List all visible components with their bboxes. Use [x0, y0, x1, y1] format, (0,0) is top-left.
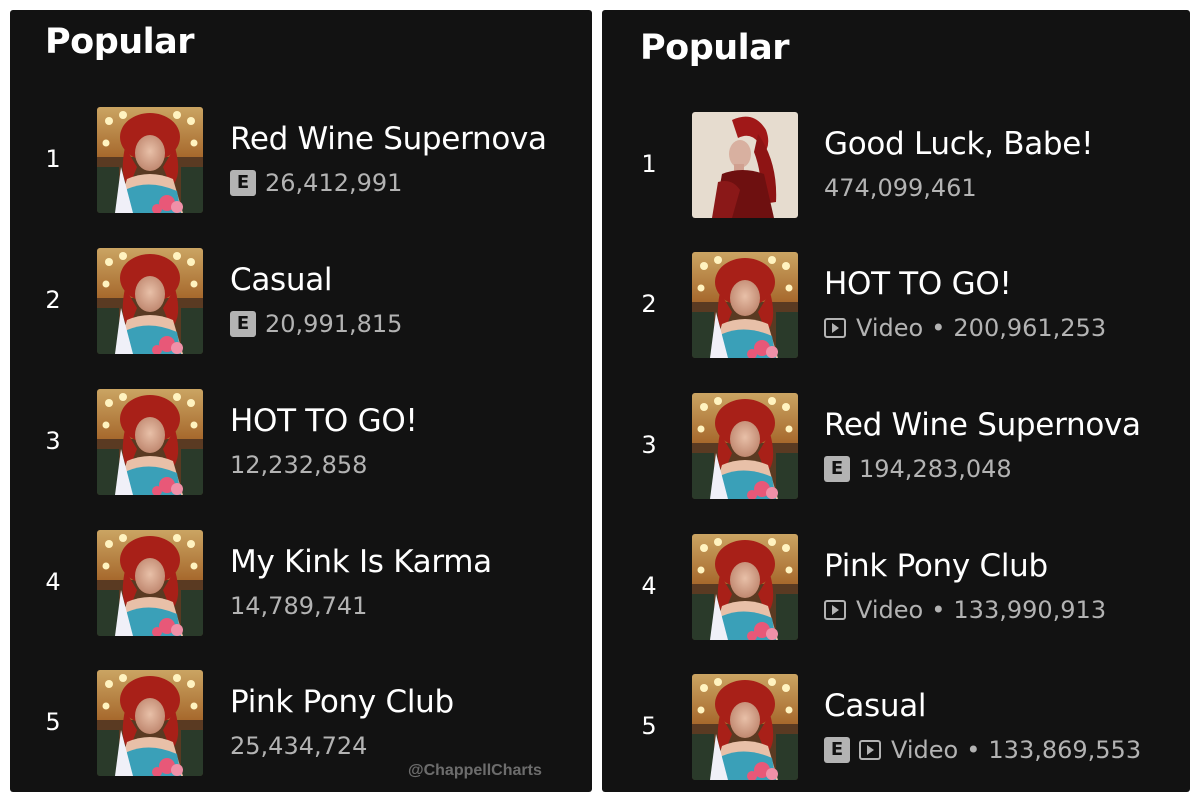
track-title: Good Luck, Babe! — [824, 126, 1094, 162]
track-meta: E 20,991,815 — [230, 310, 402, 338]
track-row[interactable]: 2 HOT TO GO! Video • 200,961,253 — [602, 252, 1190, 358]
track-meta: E 26,412,991 — [230, 169, 402, 197]
video-play-icon — [859, 740, 881, 760]
section-title: Popular — [640, 28, 790, 68]
explicit-badge-icon: E — [824, 737, 850, 763]
album-cover-art — [97, 248, 203, 354]
stream-count: 133,869,553 — [988, 736, 1142, 764]
track-rank: 5 — [641, 712, 657, 740]
stream-count: 26,412,991 — [265, 169, 403, 197]
explicit-badge-icon: E — [824, 456, 850, 482]
track-meta: 12,232,858 — [230, 451, 367, 479]
stream-count: 200,961,253 — [953, 314, 1107, 342]
track-rank: 1 — [641, 150, 657, 178]
album-cover-art — [692, 252, 798, 358]
popular-panel-left: Popular 1 Red Wine Supernova E 26,412,99… — [10, 10, 592, 792]
track-meta: E Video • 133,869,553 — [824, 736, 1141, 764]
album-cover-art — [97, 107, 203, 213]
track-rank: 2 — [641, 290, 657, 318]
track-rank: 1 — [45, 145, 61, 173]
video-play-icon — [824, 318, 846, 338]
track-rank: 2 — [45, 286, 61, 314]
track-row[interactable]: 1 Good Luck, Babe! 474,099,461 — [602, 112, 1190, 218]
stream-count: 14,789,741 — [230, 592, 368, 620]
album-cover-art — [97, 389, 203, 495]
meta-separator: • — [931, 314, 946, 342]
track-title: My Kink Is Karma — [230, 544, 492, 580]
meta-separator: • — [966, 736, 981, 764]
track-row[interactable]: 4 My Kink Is Karma 14,789,741 — [10, 530, 592, 636]
explicit-badge-icon: E — [230, 311, 256, 337]
album-cover-art — [692, 393, 798, 499]
track-meta: E 194,283,048 — [824, 455, 1012, 483]
track-meta: 14,789,741 — [230, 592, 367, 620]
track-title: HOT TO GO! — [230, 403, 418, 439]
stream-count: 25,434,724 — [230, 732, 368, 760]
track-meta: Video • 133,990,913 — [824, 596, 1106, 624]
single-cover-art — [692, 112, 798, 218]
track-meta: 25,434,724 — [230, 732, 367, 760]
video-play-icon — [824, 600, 846, 620]
stream-count: 20,991,815 — [265, 310, 403, 338]
video-label: Video — [891, 736, 959, 764]
video-label: Video — [856, 596, 924, 624]
stream-count: 12,232,858 — [230, 451, 368, 479]
track-meta: Video • 200,961,253 — [824, 314, 1106, 342]
track-title: Pink Pony Club — [230, 684, 454, 720]
track-title: Red Wine Supernova — [230, 121, 547, 157]
track-row[interactable]: 4 Pink Pony Club Video • 133,990,913 — [602, 534, 1190, 640]
album-cover-art — [97, 670, 203, 776]
popular-panel-right: Popular 1 Good Luck, Babe! 474,099,461 2… — [602, 10, 1190, 792]
track-rank: 5 — [45, 708, 61, 736]
track-title: Casual — [824, 688, 927, 724]
track-row[interactable]: 2 Casual E 20,991,815 — [10, 248, 592, 354]
watermark: @ChappellCharts — [408, 762, 542, 779]
album-cover-art — [692, 534, 798, 640]
track-rank: 3 — [45, 427, 61, 455]
video-label: Video — [856, 314, 924, 342]
track-row[interactable]: 3 Red Wine Supernova E 194,283,048 — [602, 393, 1190, 499]
track-row[interactable]: 5 Pink Pony Club 25,434,724 — [10, 670, 592, 776]
track-title: HOT TO GO! — [824, 266, 1012, 302]
track-row[interactable]: 1 Red Wine Supernova E 26,412,991 — [10, 107, 592, 213]
section-title: Popular — [45, 22, 195, 62]
track-title: Red Wine Supernova — [824, 407, 1141, 443]
track-title: Pink Pony Club — [824, 548, 1048, 584]
album-cover-art — [97, 530, 203, 636]
album-cover-art — [692, 674, 798, 780]
explicit-badge-icon: E — [230, 170, 256, 196]
stream-count: 474,099,461 — [824, 174, 977, 202]
track-rank: 3 — [641, 431, 657, 459]
stream-count: 194,283,048 — [859, 455, 1012, 483]
track-rank: 4 — [641, 572, 657, 600]
track-title: Casual — [230, 262, 333, 298]
track-row[interactable]: 5 Casual E Video • 133,869,553 — [602, 674, 1190, 780]
track-meta: 474,099,461 — [824, 174, 977, 202]
track-row[interactable]: 3 HOT TO GO! 12,232,858 — [10, 389, 592, 495]
meta-separator: • — [931, 596, 946, 624]
stream-count: 133,990,913 — [953, 596, 1107, 624]
track-rank: 4 — [45, 568, 61, 596]
